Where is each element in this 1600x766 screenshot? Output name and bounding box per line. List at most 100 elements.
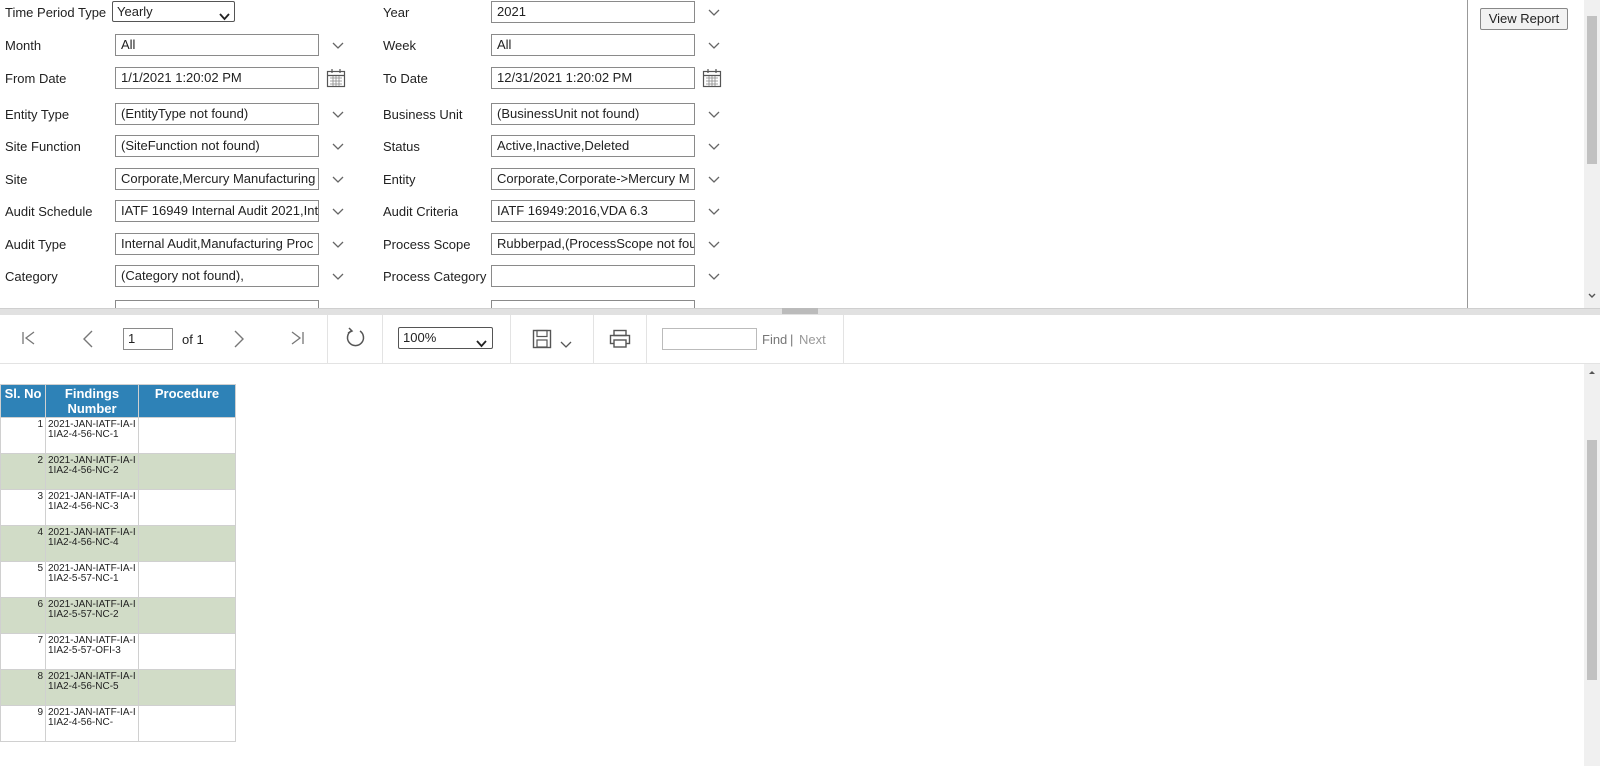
chevron-down-icon[interactable]	[707, 140, 721, 154]
print-icon[interactable]	[609, 329, 631, 352]
save-icon[interactable]	[532, 329, 552, 352]
cell-findings-number: 2021-JAN-IATF-IA-I1IA2-4-56-NC-	[45, 705, 139, 742]
entity-type-label: Entity Type	[5, 107, 70, 122]
cell-sl-no: 1	[0, 417, 46, 454]
chevron-down-icon[interactable]	[707, 108, 721, 122]
chevron-down-icon[interactable]	[331, 173, 345, 187]
chevron-down-icon[interactable]	[707, 238, 721, 252]
parameters-scroll-thumb[interactable]	[1587, 16, 1597, 164]
table-row: 2 2021-JAN-IATF-IA-I1IA2-4-56-NC-2	[0, 453, 236, 490]
view-report-button[interactable]: View Report	[1480, 8, 1568, 30]
chevron-down-icon[interactable]	[707, 39, 721, 53]
cell-procedure	[138, 417, 236, 454]
chevron-down-icon[interactable]	[707, 6, 721, 20]
table-row: 6 2021-JAN-IATF-IA-I1IA2-5-57-NC-2	[0, 597, 236, 634]
toolbar-divider	[646, 315, 647, 363]
header-sl-no: Sl. No	[0, 384, 46, 418]
chevron-down-icon[interactable]	[331, 205, 345, 219]
entity-label: Entity	[383, 172, 416, 187]
week-label: Week	[383, 38, 416, 53]
chevron-down-icon[interactable]	[707, 270, 721, 284]
year-label: Year	[383, 5, 410, 20]
chevron-down-icon[interactable]	[331, 270, 345, 284]
page-number-input[interactable]: 1	[123, 328, 173, 350]
cell-sl-no: 8	[0, 669, 46, 706]
splitter-handle[interactable]	[782, 308, 818, 319]
chevron-down-icon[interactable]	[331, 238, 345, 252]
to-date-field[interactable]: 12/31/2021 1:20:02 PM	[491, 67, 695, 89]
parameter-dropdown-partial[interactable]	[115, 300, 319, 308]
cell-findings-number: 2021-JAN-IATF-IA-I1IA2-5-57-NC-2	[45, 597, 139, 634]
week-dropdown[interactable]: All	[491, 34, 695, 56]
previous-page-icon[interactable]	[80, 330, 96, 351]
time-period-type-select[interactable]: Yearly	[112, 1, 235, 22]
cell-procedure	[138, 705, 236, 742]
export-dropdown-icon[interactable]	[560, 337, 572, 352]
year-dropdown[interactable]: 2021	[491, 1, 695, 23]
status-dropdown[interactable]: Active,Inactive,Deleted	[491, 135, 695, 157]
from-date-label: From Date	[5, 71, 67, 86]
cell-findings-number: 2021-JAN-IATF-IA-I1IA2-5-57-OFI-3	[45, 633, 139, 670]
toolbar-divider	[382, 315, 383, 363]
cell-findings-number: 2021-JAN-IATF-IA-I1IA2-5-57-NC-1	[45, 561, 139, 598]
header-procedure: Procedure	[138, 384, 236, 418]
from-date-field[interactable]: 1/1/2021 1:20:02 PM	[115, 67, 319, 89]
chevron-down-icon[interactable]	[707, 173, 721, 187]
parameters-scrollbar[interactable]	[1584, 0, 1600, 308]
entity-type-dropdown[interactable]: (EntityType not found)	[115, 103, 319, 125]
process-category-dropdown[interactable]	[491, 265, 695, 287]
table-row: 7 2021-JAN-IATF-IA-I1IA2-5-57-OFI-3	[0, 633, 236, 670]
cell-procedure	[138, 489, 236, 526]
toolbar-divider	[510, 315, 511, 363]
refresh-icon[interactable]	[344, 327, 366, 352]
month-label: Month	[5, 38, 42, 53]
business-unit-dropdown[interactable]: (BusinessUnit not found)	[491, 103, 695, 125]
cell-sl-no: 6	[0, 597, 46, 634]
find-link[interactable]: Find	[762, 332, 787, 347]
chevron-down-icon	[219, 7, 230, 26]
process-scope-dropdown[interactable]: Rubberpad,(ProcessScope not fou	[491, 233, 695, 255]
cell-findings-number: 2021-JAN-IATF-IA-I1IA2-4-56-NC-4	[45, 525, 139, 562]
month-dropdown[interactable]: All	[115, 34, 319, 56]
site-function-label: Site Function	[5, 139, 81, 154]
report-area: Sl. No Findings Number Procedure 1 2021-J…	[0, 364, 1584, 766]
business-unit-label: Business Unit	[383, 107, 463, 122]
last-page-icon[interactable]	[290, 330, 306, 349]
entity-dropdown[interactable]: Corporate,Corporate->Mercury M	[491, 168, 695, 190]
site-label: Site	[5, 172, 28, 187]
parameters-panel: Time Period Type Yearly Month All From Date 1…	[0, 0, 1584, 308]
cell-findings-number: 2021-JAN-IATF-IA-I1IA2-4-56-NC-2	[45, 453, 139, 490]
site-dropdown[interactable]: Corporate,Mercury Manufacturing	[115, 168, 319, 190]
to-date-label: To Date	[383, 71, 428, 86]
calendar-icon[interactable]	[326, 68, 346, 88]
chevron-down-icon[interactable]	[707, 205, 721, 219]
parameter-dropdown-partial[interactable]	[491, 300, 695, 308]
site-function-dropdown[interactable]: (SiteFunction not found)	[115, 135, 319, 157]
find-separator: |	[790, 332, 794, 347]
category-label: Category	[5, 269, 58, 284]
audit-criteria-dropdown[interactable]: IATF 16949:2016,VDA 6.3	[491, 200, 695, 222]
first-page-icon[interactable]	[20, 330, 36, 349]
audit-schedule-dropdown[interactable]: IATF 16949 Internal Audit 2021,Int	[115, 200, 319, 222]
table-row: 4 2021-JAN-IATF-IA-I1IA2-4-56-NC-4	[0, 525, 236, 562]
next-page-icon[interactable]	[231, 330, 247, 351]
next-link[interactable]: Next	[799, 332, 826, 347]
page-count-label: of 1	[182, 332, 204, 347]
calendar-icon[interactable]	[702, 68, 722, 88]
table-row: 3 2021-JAN-IATF-IA-I1IA2-4-56-NC-3	[0, 489, 236, 526]
chevron-down-icon[interactable]	[331, 108, 345, 122]
chevron-down-icon[interactable]	[331, 39, 345, 53]
report-scrollbar[interactable]	[1584, 364, 1600, 766]
report-scroll-thumb[interactable]	[1587, 440, 1597, 680]
status-label: Status	[383, 139, 420, 154]
time-period-type-value: Yearly	[117, 4, 153, 19]
category-dropdown[interactable]: (Category not found),	[115, 265, 319, 287]
report-toolbar: 1 of 1 100% Find | Next	[0, 315, 1600, 364]
audit-type-dropdown[interactable]: Internal Audit,Manufacturing Proc	[115, 233, 319, 255]
table-row: 1 2021-JAN-IATF-IA-I1IA2-4-56-NC-1	[0, 417, 236, 454]
find-input[interactable]	[662, 328, 757, 350]
cell-procedure	[138, 453, 236, 490]
zoom-select[interactable]: 100%	[398, 327, 493, 349]
chevron-down-icon[interactable]	[331, 140, 345, 154]
toolbar-divider	[843, 315, 844, 363]
